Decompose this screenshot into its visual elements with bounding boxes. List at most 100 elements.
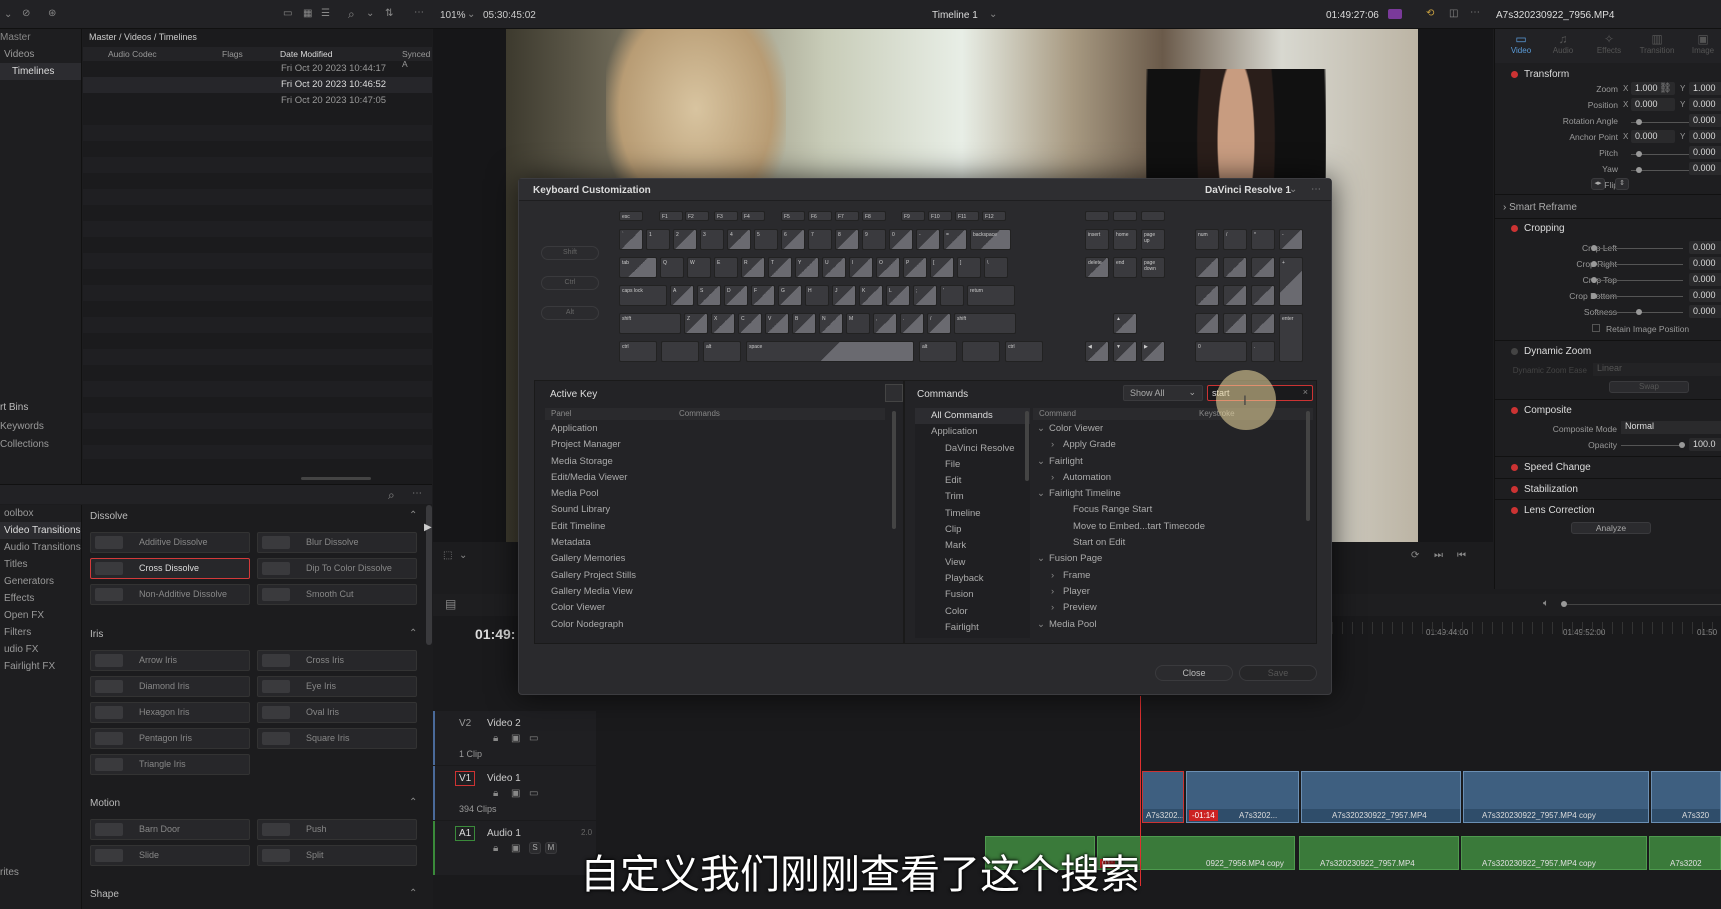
rotation-field[interactable]: 0.000: [1689, 114, 1721, 127]
crop-top-field[interactable]: 0.000: [1689, 273, 1721, 286]
audio-clip[interactable]: A7s320230922_7957.MP4 copy: [1461, 836, 1647, 870]
key-pageup[interactable]: page up: [1141, 229, 1165, 250]
scrollbar[interactable]: [1025, 411, 1029, 481]
slider-knob[interactable]: [1591, 277, 1597, 283]
key-home[interactable]: home: [1113, 229, 1137, 250]
fx-additive-dissolve[interactable]: Additive Dissolve: [90, 532, 250, 553]
fx-oval-iris[interactable]: Oval Iris: [257, 702, 417, 723]
command-category-item[interactable]: All Commands: [915, 408, 1030, 425]
video-transitions-item[interactable]: Video Transitions: [0, 522, 81, 539]
smart-bin-keywords[interactable]: Keywords: [0, 418, 44, 435]
key-H[interactable]: H: [805, 285, 829, 306]
tab-image[interactable]: ▣ Image: [1687, 32, 1719, 55]
enable-dot[interactable]: [1511, 463, 1518, 471]
key-N[interactable]: N: [819, 313, 843, 334]
command-result-item[interactable]: ⌄ Fairlight Timeline: [1033, 486, 1305, 502]
enable-dot[interactable]: [1511, 406, 1518, 414]
bin-videos[interactable]: Videos: [0, 46, 81, 63]
generators-item[interactable]: Generators: [0, 573, 81, 590]
key-[interactable]: ◀: [1085, 341, 1109, 362]
command-result-item[interactable]: ⌄ Media Pool: [1033, 617, 1305, 633]
chevron-down-icon[interactable]: ⌄: [1037, 486, 1049, 502]
key-Z[interactable]: Z: [684, 313, 708, 334]
fx-push[interactable]: Push: [257, 819, 417, 840]
flip-horizontal-button[interactable]: ◂▸: [1591, 178, 1605, 190]
open-fx-item[interactable]: Open FX: [0, 607, 81, 624]
fairlight-fx-item[interactable]: Fairlight FX: [0, 658, 81, 675]
key-0[interactable]: 0: [1195, 341, 1247, 362]
video-clip[interactable]: A7s320230922_7957.MP4: [1301, 771, 1461, 823]
lock-icon[interactable]: 🔒︎: [493, 733, 498, 744]
key-[interactable]: [: [930, 257, 954, 278]
col-date-modified[interactable]: Date Modified: [280, 49, 332, 59]
chevron-down-icon[interactable]: ⌄: [989, 9, 997, 20]
crop-tool-icon[interactable]: ⬚: [443, 550, 452, 561]
key-ctrl[interactable]: ctrl: [1005, 341, 1043, 362]
table-row[interactable]: Fri Oct 20 2023 10:46:52: [281, 79, 386, 90]
command-result-item[interactable]: › Automation: [1033, 470, 1305, 486]
key-F7[interactable]: F7: [835, 211, 859, 221]
command-result-item[interactable]: Start on Edit: [1033, 535, 1305, 551]
key-[interactable]: +: [1279, 257, 1303, 306]
panel-list-item[interactable]: Application: [545, 421, 885, 437]
more-icon[interactable]: ⋯: [1470, 7, 1480, 18]
position-y-field[interactable]: 0.000: [1689, 98, 1721, 111]
key-alt[interactable]: alt: [703, 341, 741, 362]
auto-select-icon[interactable]: ▣: [511, 843, 520, 854]
toolbox-item[interactable]: oolbox: [0, 505, 81, 522]
slider-knob[interactable]: [1679, 442, 1685, 448]
key-[interactable]: [661, 341, 699, 362]
key-F9[interactable]: F9: [901, 211, 925, 221]
track-header-v1[interactable]: V1 Video 1 🔒︎ ▣ ▭ 394 Clips: [433, 766, 596, 820]
key-tab[interactable]: tab: [619, 257, 657, 278]
chevron-down-icon[interactable]: ⌄: [1037, 551, 1049, 567]
show-all-select[interactable]: Show All ⌄: [1123, 385, 1203, 401]
chevron-down-icon[interactable]: ⌄: [4, 9, 12, 20]
panel-list-item[interactable]: Edit Timeline: [545, 519, 885, 535]
panel-list-item[interactable]: Color Viewer: [545, 600, 885, 616]
modifier-alt[interactable]: Alt: [541, 306, 599, 320]
key-F2[interactable]: F2: [685, 211, 709, 221]
key-P[interactable]: P: [903, 257, 927, 278]
command-category-item[interactable]: Timeline: [915, 506, 1030, 522]
tab-effects[interactable]: ✧ Effects: [1591, 32, 1627, 55]
smart-bin-collections[interactable]: Collections: [0, 436, 49, 453]
fx-diamond-iris[interactable]: Diamond Iris: [90, 676, 250, 697]
key-S[interactable]: S: [697, 285, 721, 306]
key-Y[interactable]: Y: [795, 257, 819, 278]
fx-cross-dissolve[interactable]: Cross Dissolve: [90, 558, 250, 579]
key-pagedown[interactable]: page down: [1141, 257, 1165, 278]
key-M[interactable]: M: [846, 313, 870, 334]
key-[interactable]: [1113, 211, 1137, 221]
effects-item[interactable]: Effects: [0, 590, 81, 607]
crop-bottom-slider[interactable]: [1593, 296, 1683, 297]
slider-knob[interactable]: [1636, 151, 1642, 157]
key-num[interactable]: num: [1195, 229, 1219, 250]
command-result-item[interactable]: Move to Embed...tart Timecode: [1033, 519, 1305, 535]
sort-icon[interactable]: ⇅: [385, 8, 393, 19]
command-category-item[interactable]: Mark: [915, 538, 1030, 554]
crop-left-field[interactable]: 0.000: [1689, 241, 1721, 254]
command-category-item[interactable]: Trim: [915, 489, 1030, 505]
command-category-item[interactable]: View: [915, 555, 1030, 571]
auto-select-icon[interactable]: ▣: [511, 788, 520, 799]
key-T[interactable]: T: [768, 257, 792, 278]
auto-select-icon[interactable]: ▣: [511, 733, 520, 744]
section-cropping[interactable]: Cropping: [1511, 223, 1565, 234]
key-[interactable]: [1251, 285, 1275, 306]
key-[interactable]: =: [943, 229, 967, 250]
chevron-right-icon[interactable]: ›: [1051, 584, 1063, 600]
key-[interactable]: `: [619, 229, 643, 250]
audio-clip[interactable]: A7s320230922_7957.MP4: [1299, 836, 1459, 870]
video-clip[interactable]: A7s3202... -01:14: [1186, 771, 1299, 823]
chevron-up-icon[interactable]: ⌃: [409, 510, 417, 521]
key-[interactable]: [1223, 257, 1247, 278]
command-result-item[interactable]: › Preview: [1033, 600, 1305, 616]
split-view-icon[interactable]: ◫: [1449, 8, 1458, 19]
key-esc[interactable]: esc: [619, 211, 643, 221]
key-shift[interactable]: shift: [619, 313, 681, 334]
fx-pentagon-iris[interactable]: Pentagon Iris: [90, 728, 250, 749]
more-icon[interactable]: ⋯: [412, 488, 422, 499]
key-[interactable]: /: [927, 313, 951, 334]
track-id[interactable]: A1: [455, 826, 476, 841]
